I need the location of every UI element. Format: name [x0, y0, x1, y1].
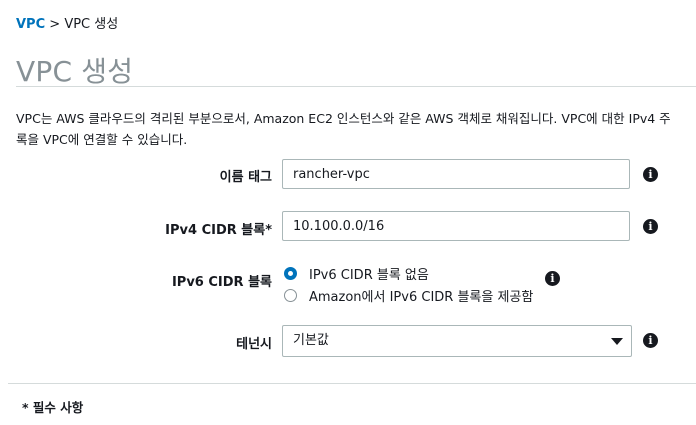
ipv6-option-none[interactable]: IPv6 CIDR 블록 없음 — [284, 264, 429, 283]
form-divider — [8, 383, 696, 384]
breadcrumb: VPC > VPC 생성 — [16, 13, 118, 32]
breadcrumb-vpc-link[interactable]: VPC — [16, 17, 45, 32]
page-description: VPC는 AWS 클라우드의 격리된 부분으로서, Amazon EC2 인스턴… — [16, 108, 696, 150]
title-divider — [16, 86, 696, 87]
ipv6-option-amazon[interactable]: Amazon에서 IPv6 CIDR 블록을 제공함 — [284, 286, 533, 305]
radio-selected-icon[interactable] — [284, 267, 297, 280]
breadcrumb-current: VPC 생성 — [64, 17, 119, 32]
ipv6-option-none-label: IPv6 CIDR 블록 없음 — [309, 268, 429, 283]
tenancy-info-icon[interactable]: i — [643, 333, 658, 348]
page-title: VPC 생성 — [16, 55, 134, 88]
name-tag-label: 이름 태그 — [219, 170, 272, 185]
breadcrumb-separator: > — [49, 17, 61, 32]
tenancy-label: 테넌시 — [236, 337, 272, 352]
description-line-2: 록을 VPC에 연결할 수 있습니다. — [16, 132, 188, 147]
ipv4-cidr-info-icon[interactable]: i — [643, 219, 658, 234]
name-tag-info-icon[interactable]: i — [643, 167, 658, 182]
ipv6-cidr-label: IPv6 CIDR 블록 — [171, 275, 272, 290]
ipv4-cidr-label: IPv4 CIDR 블록* — [165, 223, 272, 238]
tenancy-select[interactable]: 기본값 — [282, 325, 632, 357]
ipv4-cidr-input[interactable] — [282, 211, 630, 241]
tenancy-selected-value: 기본값 — [293, 333, 329, 348]
ipv6-cidr-info-icon[interactable]: i — [545, 271, 560, 286]
ipv6-option-amazon-label: Amazon에서 IPv6 CIDR 블록을 제공함 — [309, 290, 534, 305]
chevron-down-icon — [611, 338, 623, 345]
name-tag-input[interactable] — [282, 159, 630, 189]
radio-unselected-icon[interactable] — [284, 289, 297, 302]
required-note: * 필수 사항 — [22, 400, 84, 415]
description-line-1: VPC는 AWS 클라우드의 격리된 부분으로서, Amazon EC2 인스턴… — [16, 111, 671, 126]
